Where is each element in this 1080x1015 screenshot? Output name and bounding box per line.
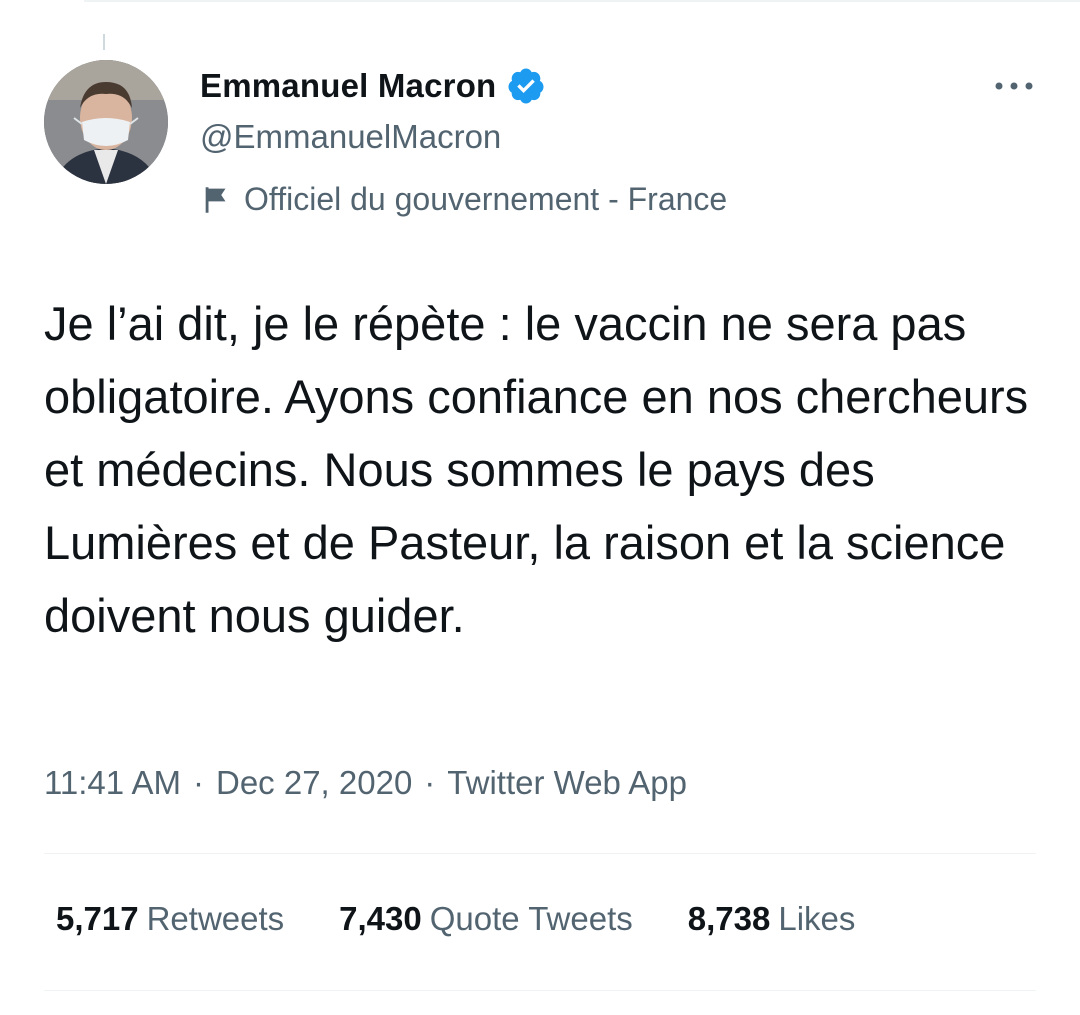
quote-tweets-stat[interactable]: 7,430 Quote Tweets bbox=[339, 900, 633, 938]
tweet-time[interactable]: 11:41 AM bbox=[44, 764, 181, 802]
likes-label: Likes bbox=[778, 900, 856, 937]
top-divider bbox=[84, 0, 1080, 2]
retweets-label: Retweets bbox=[146, 900, 285, 937]
separator-dot: · bbox=[424, 764, 436, 801]
thread-connector bbox=[103, 34, 105, 50]
tweet-text: Je l’ai dit, je le répète : le vaccin ne… bbox=[44, 297, 1029, 642]
retweets-stat[interactable]: 5,717 Retweets bbox=[56, 900, 284, 938]
avatar[interactable] bbox=[44, 60, 168, 184]
government-label-text: Officiel du gouvernement - France bbox=[244, 181, 728, 217]
separator-dot: · bbox=[192, 764, 204, 801]
tweet-source[interactable]: Twitter Web App bbox=[447, 764, 687, 802]
likes-count: 8,738 bbox=[687, 900, 771, 937]
tweet-date[interactable]: Dec 27, 2020 bbox=[216, 764, 412, 802]
tweet-metadata: 11:41 AM · Dec 27, 2020 · Twitter Web Ap… bbox=[44, 764, 687, 802]
more-dots-icon[interactable] bbox=[992, 74, 1036, 98]
flag-icon bbox=[205, 186, 226, 213]
quote-tweets-count: 7,430 bbox=[339, 900, 422, 937]
likes-stat[interactable]: 8,738 Likes bbox=[688, 900, 856, 938]
retweets-count: 5,717 bbox=[56, 900, 139, 937]
verified-badge-icon bbox=[508, 68, 544, 104]
author-display-name[interactable]: Emmanuel Macron bbox=[200, 67, 496, 105]
engagement-stats: 5,717 Retweets 7,430 Quote Tweets 8,738 Lik… bbox=[56, 900, 910, 938]
quote-tweets-label: Quote Tweets bbox=[429, 900, 633, 937]
divider bbox=[44, 853, 1036, 854]
government-label: Officiel du gouvernement - France bbox=[200, 181, 727, 218]
divider bbox=[44, 990, 1036, 991]
author-handle[interactable]: @EmmanuelMacron bbox=[200, 118, 501, 156]
